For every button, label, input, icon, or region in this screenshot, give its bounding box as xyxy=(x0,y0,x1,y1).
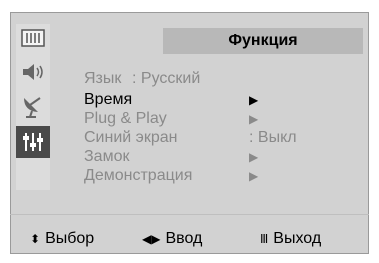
up-down-arrow-icon: ⬍ xyxy=(30,232,41,246)
category-icon-column xyxy=(16,24,50,190)
menu-title: Функция xyxy=(163,28,363,54)
left-right-arrow-icon: ◀▶ xyxy=(142,232,161,246)
submenu-arrow-icon: ▶ xyxy=(249,112,259,126)
menu-item-label: Plug & Play xyxy=(84,110,167,127)
footer-exit-label: Выход xyxy=(273,230,322,247)
menu-item-label: Замок xyxy=(84,148,130,165)
function-icon[interactable] xyxy=(16,126,50,158)
footer-enter-label: Ввод xyxy=(165,230,203,247)
submenu-arrow-icon: ▶ xyxy=(249,169,259,183)
blue-screen-value: : Выкл xyxy=(249,129,297,146)
footer-exit-hint: Ⅲ Выход xyxy=(260,230,321,248)
channel-icon[interactable] xyxy=(16,92,50,120)
menu-item-label: Синий экран xyxy=(84,129,178,146)
language-value: : Русский xyxy=(132,70,201,87)
footer-hints: ⬍ Выбор ◀▶ Ввод Ⅲ Выход xyxy=(10,224,369,254)
menu-item-label: Время xyxy=(84,91,133,108)
menu-item-label: Демонстрация xyxy=(84,167,193,184)
submenu-arrow-icon: ▶ xyxy=(249,150,259,164)
picture-icon[interactable] xyxy=(16,24,50,52)
submenu-arrow-icon: ▶ xyxy=(249,93,259,107)
menu-item-label: Язык xyxy=(84,70,122,87)
footer-enter-hint: ◀▶ Ввод xyxy=(142,230,202,248)
menu-exit-icon: Ⅲ xyxy=(260,232,269,246)
sound-icon[interactable] xyxy=(16,58,50,86)
footer-divider xyxy=(10,214,369,215)
footer-select-hint: ⬍ Выбор xyxy=(30,230,94,248)
footer-select-label: Выбор xyxy=(45,230,95,247)
